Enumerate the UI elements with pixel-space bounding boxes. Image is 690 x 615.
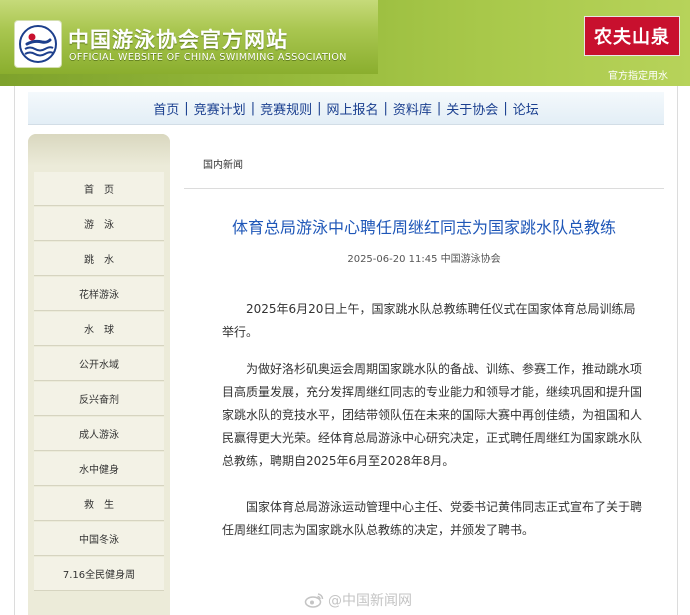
site-logo[interactable] xyxy=(14,20,62,68)
sidebar-item-fitness-week[interactable]: 7.16全民健身周 xyxy=(34,557,164,591)
article-title: 体育总局游泳中心聘任周继红同志为国家跳水队总教练 xyxy=(231,218,616,237)
site-header: 中国游泳协会官方网站 OFFICIAL WEBSITE OF CHINA SWI… xyxy=(0,0,690,86)
sidebar-item-artistic-swimming[interactable]: 花样游泳 xyxy=(34,277,164,311)
sidebar-item-home[interactable]: 首 页 xyxy=(34,172,164,206)
nav-item-database[interactable]: 资料库 xyxy=(388,99,437,118)
sidebar-menu: 首 页 游 泳 跳 水 花样游泳 水 球 公开水域 反兴奋剂 成人游泳 水中健身… xyxy=(34,172,164,592)
sidebar-item-swimming[interactable]: 游 泳 xyxy=(34,207,164,241)
article-paragraph: 为做好洛杉矶奥运会周期国家跳水队的备战、训练、参赛工作，推动跳水项目高质量发展，… xyxy=(222,362,643,468)
sidebar-item-winter-swimming[interactable]: 中国冬泳 xyxy=(34,522,164,556)
nav-item-about[interactable]: 关于协会 xyxy=(441,99,503,118)
sidebar-item-water-polo[interactable]: 水 球 xyxy=(34,312,164,346)
sidebar-item-diving[interactable]: 跳 水 xyxy=(34,242,164,276)
site-subtitle: OFFICIAL WEBSITE OF CHINA SWIMMING ASSOC… xyxy=(69,52,347,63)
sidebar-item-aqua-fitness[interactable]: 水中健身 xyxy=(34,452,164,486)
article-meta: 2025-06-20 11:45 中国游泳协会 xyxy=(347,254,501,265)
nav-item-online-registration[interactable]: 网上报名 xyxy=(321,99,383,118)
sponsor-logo[interactable]: 农夫山泉 xyxy=(584,16,680,56)
sidebar-item-lifesaving[interactable]: 救 生 xyxy=(34,487,164,521)
sidebar-item-adult-swimming[interactable]: 成人游泳 xyxy=(34,417,164,451)
nav-item-home[interactable]: 首页 xyxy=(148,99,184,118)
breadcrumb: 国内新闻 xyxy=(184,152,664,189)
nav-item-forum[interactable]: 论坛 xyxy=(508,99,544,118)
breadcrumb-category[interactable]: 国内新闻 xyxy=(203,156,243,171)
watermark: @中国新闻网 xyxy=(304,590,412,610)
sidebar: 首 页 游 泳 跳 水 花样游泳 水 球 公开水域 反兴奋剂 成人游泳 水中健身… xyxy=(28,134,170,615)
sidebar-item-open-water[interactable]: 公开水域 xyxy=(34,347,164,381)
sidebar-item-anti-doping[interactable]: 反兴奋剂 xyxy=(34,382,164,416)
nav-item-competition-plan[interactable]: 竞赛计划 xyxy=(189,99,251,118)
site-title: 中国游泳协会官方网站 xyxy=(68,28,288,52)
sidebar-header xyxy=(28,134,170,166)
weibo-icon xyxy=(304,593,324,608)
sponsor-note: 官方指定用水 xyxy=(608,71,668,82)
top-nav: 首页 | 竞赛计划 | 竞赛规则 | 网上报名 | 资料库 | 关于协会 | 论… xyxy=(28,92,664,125)
watermark-text: @中国新闻网 xyxy=(328,593,412,609)
article-paragraph: 国家体育总局游泳运动管理中心主任、党委书记黄伟同志正式宣布了关于聘任周继红同志为… xyxy=(222,500,643,537)
nav-item-competition-rules[interactable]: 竞赛规则 xyxy=(255,99,317,118)
swimmer-logo-icon xyxy=(19,25,57,63)
article-paragraph: 2025年6月20日上午，国家跳水队总教练聘任仪式在国家体育总局训练局举行。 xyxy=(222,302,636,339)
